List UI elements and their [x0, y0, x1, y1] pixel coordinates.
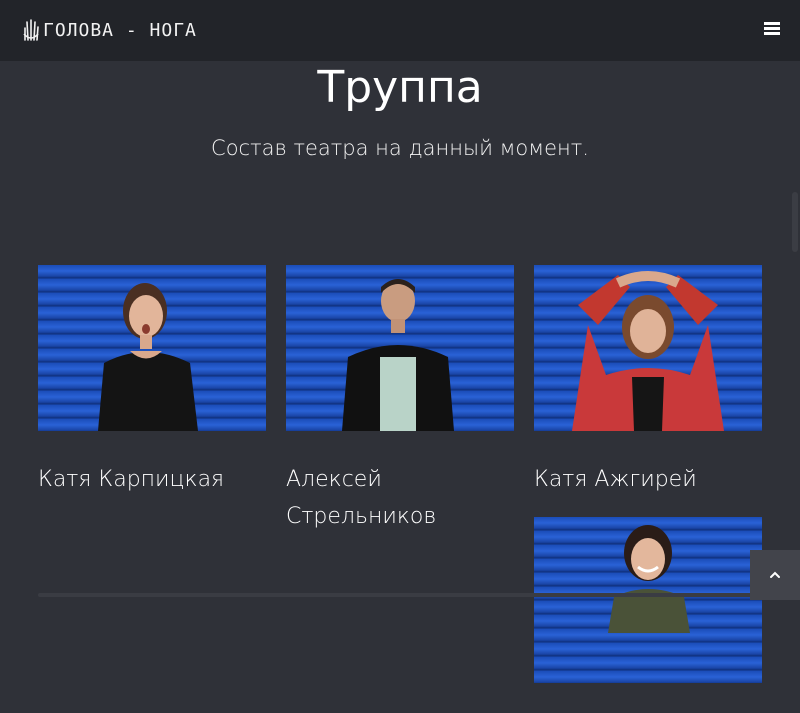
top-navbar: ГОЛОВА - НОГА — [0, 0, 800, 61]
member-photo[interactable] — [534, 265, 762, 431]
site-logo[interactable]: ГОЛОВА - НОГА — [22, 16, 197, 44]
member-card[interactable]: Катя Карпицкая — [38, 265, 266, 498]
member-name: Алексей Стрельников — [286, 467, 437, 529]
scrollbar-thumb[interactable] — [792, 192, 798, 252]
member-name: Катя Карпицкая — [38, 467, 225, 492]
section-subtitle: Состав театра на данный момент. — [211, 136, 589, 160]
member-card[interactable] — [534, 517, 762, 713]
logo-text: ГОЛОВА - НОГА — [43, 19, 197, 41]
chevron-up-icon — [770, 571, 780, 578]
hamburger-menu-icon[interactable] — [764, 22, 780, 36]
member-photo[interactable] — [534, 517, 762, 683]
logo-hand-icon — [23, 19, 39, 41]
member-card[interactable]: Катя Ажгирей — [534, 265, 762, 498]
bottom-scrollbar[interactable] — [38, 593, 762, 597]
member-photo[interactable] — [38, 265, 266, 431]
member-name: Катя Ажгирей — [534, 467, 697, 492]
back-to-top-button[interactable] — [750, 550, 800, 600]
page-title: Труппа — [317, 62, 483, 113]
member-photo[interactable] — [286, 265, 514, 431]
member-card[interactable]: Алексей Стрельников — [286, 265, 514, 535]
